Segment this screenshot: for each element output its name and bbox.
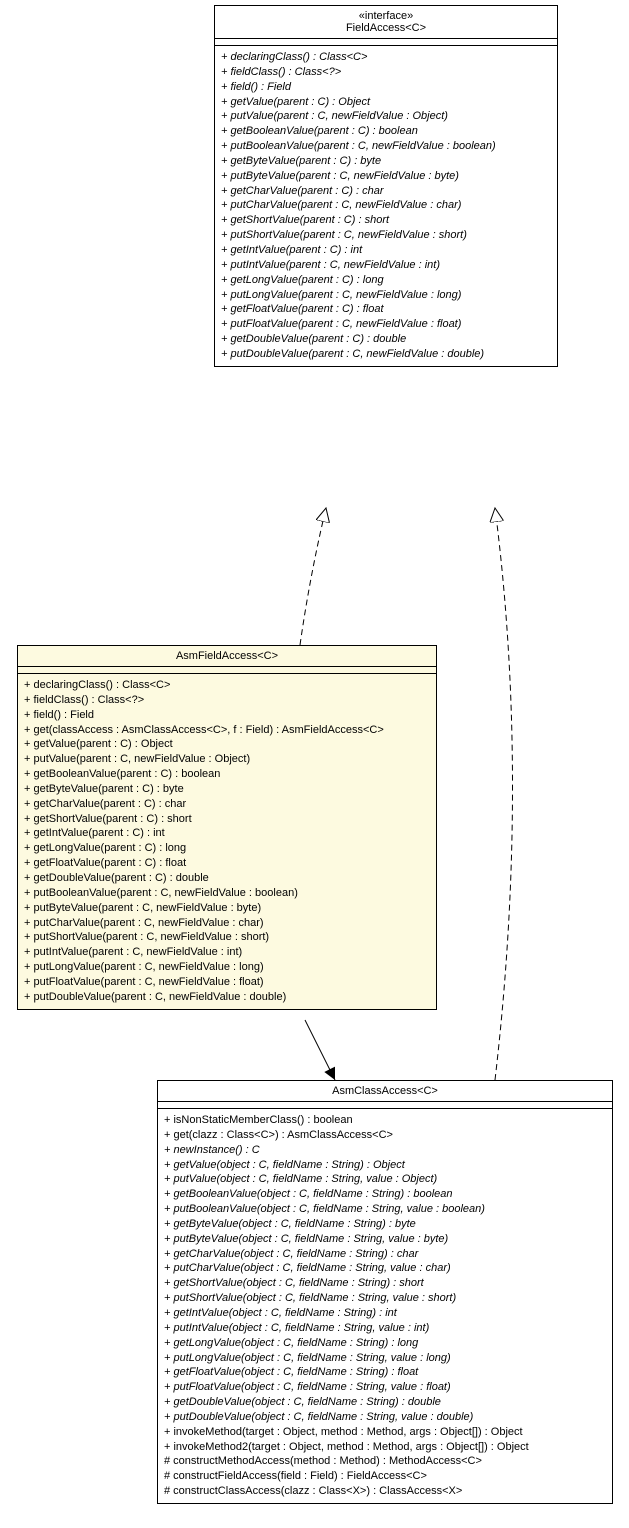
uml-operation: + putBooleanValue(object : C, fieldName … (164, 1202, 606, 1217)
uml-ops-asmclassaccess: + isNonStaticMemberClass() : boolean+ ge… (158, 1109, 612, 1503)
uml-operation: + getLongValue(object : C, fieldName : S… (164, 1336, 606, 1351)
uml-attrs-empty (158, 1102, 612, 1109)
uml-operation: + getCharValue(parent : C) : char (221, 184, 551, 199)
uml-operation: + getBooleanValue(parent : C) : boolean (221, 124, 551, 139)
uml-operation: + putIntValue(object : C, fieldName : St… (164, 1321, 606, 1336)
realization-asmfield-to-fieldaccess (300, 508, 326, 645)
uml-operation: + putShortValue(parent : C, newFieldValu… (221, 228, 551, 243)
uml-operation: # constructMethodAccess(method : Method)… (164, 1454, 606, 1469)
uml-operation: + putDoubleValue(object : C, fieldName :… (164, 1410, 606, 1425)
uml-operation: + newInstance() : C (164, 1143, 606, 1158)
uml-operation: + getFloatValue(parent : C) : float (221, 302, 551, 317)
class-name: AsmFieldAccess<C> (24, 650, 430, 662)
uml-operation: + getByteValue(object : C, fieldName : S… (164, 1217, 606, 1232)
uml-operation: + field() : Field (221, 80, 551, 95)
uml-attrs-empty (215, 39, 557, 46)
uml-operation: # constructFieldAccess(field : Field) : … (164, 1469, 606, 1484)
uml-operation: + invokeMethod2(target : Object, method … (164, 1440, 606, 1455)
uml-operation: + getShortValue(parent : C) : short (221, 213, 551, 228)
uml-title-asmfieldaccess: AsmFieldAccess<C> (18, 646, 436, 667)
uml-operation: + getDoubleValue(parent : C) : double (24, 871, 430, 886)
dependency-asmclass-to-fieldaccess (495, 508, 513, 1080)
uml-operation: + putIntValue(parent : C, newFieldValue … (24, 945, 430, 960)
uml-operation: + invokeMethod(target : Object, method :… (164, 1425, 606, 1440)
uml-operation: + get(classAccess : AsmClassAccess<C>, f… (24, 723, 430, 738)
uml-operation: + putBooleanValue(parent : C, newFieldVa… (221, 139, 551, 154)
uml-operation: + putValue(parent : C, newFieldValue : O… (24, 752, 430, 767)
uml-operation: + getByteValue(parent : C) : byte (24, 782, 430, 797)
uml-operation: + getByteValue(parent : C) : byte (221, 154, 551, 169)
uml-operation: + getFloatValue(object : C, fieldName : … (164, 1365, 606, 1380)
uml-operation: + getValue(object : C, fieldName : Strin… (164, 1158, 606, 1173)
uml-operation: + getIntValue(parent : C) : int (24, 826, 430, 841)
uml-attrs-empty (18, 667, 436, 674)
uml-operation: + putValue(object : C, fieldName : Strin… (164, 1172, 606, 1187)
uml-operation: + putFloatValue(parent : C, newFieldValu… (221, 317, 551, 332)
uml-operation: + isNonStaticMemberClass() : boolean (164, 1113, 606, 1128)
uml-operation: + getLongValue(parent : C) : long (24, 841, 430, 856)
uml-operation: + getCharValue(object : C, fieldName : S… (164, 1247, 606, 1262)
uml-operation: + putByteValue(parent : C, newFieldValue… (24, 901, 430, 916)
uml-operation: + getIntValue(object : C, fieldName : St… (164, 1306, 606, 1321)
uml-operation: + putFloatValue(object : C, fieldName : … (164, 1380, 606, 1395)
uml-operation: + putDoubleValue(parent : C, newFieldVal… (221, 347, 551, 362)
uml-operation: + putValue(parent : C, newFieldValue : O… (221, 109, 551, 124)
uml-operation: + getShortValue(object : C, fieldName : … (164, 1276, 606, 1291)
uml-operation: + putShortValue(object : C, fieldName : … (164, 1291, 606, 1306)
uml-operation: + declaringClass() : Class<C> (24, 678, 430, 693)
uml-operation: + getIntValue(parent : C) : int (221, 243, 551, 258)
uml-operation: + getValue(parent : C) : Object (221, 95, 551, 110)
uml-operation: + getValue(parent : C) : Object (24, 737, 430, 752)
uml-operation: + getDoubleValue(parent : C) : double (221, 332, 551, 347)
uml-operation: + putDoubleValue(parent : C, newFieldVal… (24, 990, 430, 1005)
uml-class-asmclassaccess: AsmClassAccess<C> + isNonStaticMemberCla… (157, 1080, 613, 1504)
uml-ops-fieldaccess: + declaringClass() : Class<C>+ fieldClas… (215, 46, 557, 366)
uml-operation: + getLongValue(parent : C) : long (221, 273, 551, 288)
uml-operation: + putFloatValue(parent : C, newFieldValu… (24, 975, 430, 990)
uml-operation: + putByteValue(parent : C, newFieldValue… (221, 169, 551, 184)
uml-class-asmfieldaccess: AsmFieldAccess<C> + declaringClass() : C… (17, 645, 437, 1010)
uml-operation: + field() : Field (24, 708, 430, 723)
uml-operation: + getCharValue(parent : C) : char (24, 797, 430, 812)
uml-operation: + putLongValue(parent : C, newFieldValue… (221, 288, 551, 303)
uml-ops-asmfieldaccess: + declaringClass() : Class<C>+ fieldClas… (18, 674, 436, 1009)
uml-operation: + putBooleanValue(parent : C, newFieldVa… (24, 886, 430, 901)
uml-title-fieldaccess: «interface» FieldAccess<C> (215, 6, 557, 39)
uml-operation: + get(clazz : Class<C>) : AsmClassAccess… (164, 1128, 606, 1143)
uml-operation: # constructClassAccess(clazz : Class<X>)… (164, 1484, 606, 1499)
uml-operation: + putIntValue(parent : C, newFieldValue … (221, 258, 551, 273)
uml-operation: + putByteValue(object : C, fieldName : S… (164, 1232, 606, 1247)
uml-operation: + getBooleanValue(parent : C) : boolean (24, 767, 430, 782)
uml-operation: + putCharValue(parent : C, newFieldValue… (24, 916, 430, 931)
uml-operation: + putCharValue(object : C, fieldName : S… (164, 1261, 606, 1276)
uml-operation: + getDoubleValue(object : C, fieldName :… (164, 1395, 606, 1410)
uml-title-asmclassaccess: AsmClassAccess<C> (158, 1081, 612, 1102)
uml-operation: + declaringClass() : Class<C> (221, 50, 551, 65)
uml-operation: + getFloatValue(parent : C) : float (24, 856, 430, 871)
uml-operation: + putLongValue(object : C, fieldName : S… (164, 1351, 606, 1366)
uml-operation: + putShortValue(parent : C, newFieldValu… (24, 930, 430, 945)
uml-operation: + putLongValue(parent : C, newFieldValue… (24, 960, 430, 975)
stereotype-label: «interface» (221, 10, 551, 22)
uml-operation: + fieldClass() : Class<?> (24, 693, 430, 708)
class-name: AsmClassAccess<C> (164, 1085, 606, 1097)
uml-operation: + putCharValue(parent : C, newFieldValue… (221, 198, 551, 213)
association-asmfield-to-asmclass (305, 1020, 335, 1080)
uml-operation: + fieldClass() : Class<?> (221, 65, 551, 80)
uml-interface-fieldaccess: «interface» FieldAccess<C> + declaringCl… (214, 5, 558, 367)
class-name: FieldAccess<C> (221, 22, 551, 34)
uml-operation: + getBooleanValue(object : C, fieldName … (164, 1187, 606, 1202)
uml-operation: + getShortValue(parent : C) : short (24, 812, 430, 827)
